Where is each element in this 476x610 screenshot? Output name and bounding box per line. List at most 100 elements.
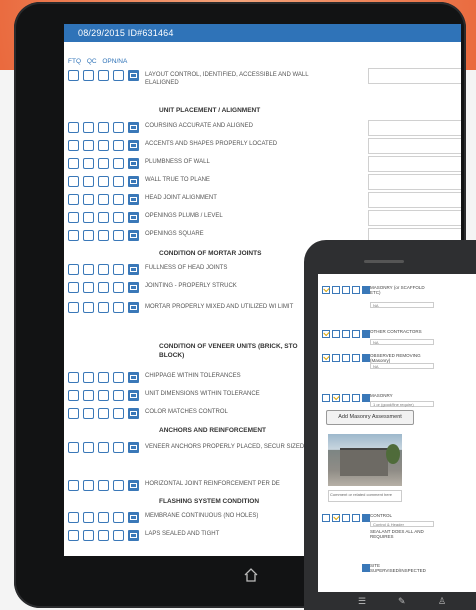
camera-icon[interactable] [128,480,139,491]
camera-icon[interactable] [128,140,139,151]
camera-icon[interactable] [128,122,139,133]
phone-checkbox[interactable] [352,354,360,362]
menu-icon[interactable]: ☰ [358,596,366,607]
camera-icon[interactable] [362,514,370,522]
na-checkbox[interactable] [113,176,124,187]
camera-icon[interactable] [362,286,370,294]
qc-checkbox[interactable] [83,122,94,133]
qc-checkbox[interactable] [83,372,94,383]
opn-checkbox[interactable] [98,122,109,133]
phone-checkbox[interactable] [332,514,340,522]
qc-checkbox[interactable] [83,442,94,453]
na-checkbox[interactable] [113,194,124,205]
phone-checkbox[interactable] [332,394,340,402]
qc-checkbox[interactable] [83,302,94,313]
ftq-checkbox[interactable] [68,530,79,541]
na-checkbox[interactable] [113,230,124,241]
phone-checkbox[interactable] [332,330,340,338]
phone-input[interactable]: NA [370,363,434,369]
qc-checkbox[interactable] [83,512,94,523]
phone-checkbox[interactable] [342,394,350,402]
na-checkbox[interactable] [113,372,124,383]
opn-checkbox[interactable] [98,302,109,313]
na-checkbox[interactable] [113,70,124,81]
camera-icon[interactable] [128,70,139,81]
camera-icon[interactable] [128,264,139,275]
camera-icon[interactable] [128,442,139,453]
opn-checkbox[interactable] [98,230,109,241]
opn-checkbox[interactable] [98,512,109,523]
phone-checkbox[interactable] [322,394,330,402]
phone-checkbox[interactable] [352,394,360,402]
camera-icon[interactable] [362,564,370,572]
opn-checkbox[interactable] [98,442,109,453]
notes-field[interactable] [368,156,461,172]
qc-checkbox[interactable] [83,282,94,293]
camera-icon[interactable] [362,394,370,402]
opn-checkbox[interactable] [98,194,109,205]
phone-checkbox[interactable] [352,286,360,294]
ftq-checkbox[interactable] [68,212,79,223]
ftq-checkbox[interactable] [68,158,79,169]
phone-input[interactable]: NA [370,339,434,345]
ftq-checkbox[interactable] [68,302,79,313]
camera-icon[interactable] [128,194,139,205]
notes-field[interactable] [368,138,461,154]
na-checkbox[interactable] [113,442,124,453]
opn-checkbox[interactable] [98,140,109,151]
na-checkbox[interactable] [113,480,124,491]
qc-checkbox[interactable] [83,176,94,187]
opn-checkbox[interactable] [98,480,109,491]
opn-checkbox[interactable] [98,282,109,293]
phone-checkbox[interactable] [322,330,330,338]
qc-checkbox[interactable] [83,140,94,151]
phone-checkbox[interactable] [332,286,340,294]
opn-checkbox[interactable] [98,70,109,81]
qc-checkbox[interactable] [83,390,94,401]
ftq-checkbox[interactable] [68,140,79,151]
phone-checkbox[interactable] [352,514,360,522]
phone-checkbox[interactable] [352,330,360,338]
phone-checkbox[interactable] [332,354,340,362]
ftq-checkbox[interactable] [68,70,79,81]
qc-checkbox[interactable] [83,530,94,541]
camera-icon[interactable] [128,372,139,383]
phone-checkbox[interactable] [322,514,330,522]
camera-icon[interactable] [128,230,139,241]
notes-field[interactable] [368,192,461,208]
notes-field[interactable] [368,120,461,136]
ftq-checkbox[interactable] [68,408,79,419]
ftq-checkbox[interactable] [68,372,79,383]
qc-checkbox[interactable] [83,194,94,205]
phone-checkbox[interactable] [322,286,330,294]
na-checkbox[interactable] [113,512,124,523]
opn-checkbox[interactable] [98,176,109,187]
qc-checkbox[interactable] [83,212,94,223]
camera-icon[interactable] [362,354,370,362]
camera-icon[interactable] [128,302,139,313]
opn-checkbox[interactable] [98,390,109,401]
qc-checkbox[interactable] [83,158,94,169]
phone-checkbox[interactable] [342,514,350,522]
camera-icon[interactable] [128,530,139,541]
add-masonry-assessment-button[interactable]: Add Masonry Assessment [326,410,414,425]
ftq-checkbox[interactable] [68,282,79,293]
ftq-checkbox[interactable] [68,512,79,523]
opn-checkbox[interactable] [98,158,109,169]
na-checkbox[interactable] [113,302,124,313]
ftq-checkbox[interactable] [68,264,79,275]
qc-checkbox[interactable] [83,70,94,81]
ftq-checkbox[interactable] [68,480,79,491]
site-photo[interactable] [328,434,402,486]
qc-checkbox[interactable] [83,230,94,241]
camera-icon[interactable] [128,512,139,523]
pen-icon[interactable]: ✎ [398,596,406,607]
phone-input[interactable]: 1 or (good/fine require) [370,401,434,407]
opn-checkbox[interactable] [98,530,109,541]
na-checkbox[interactable] [113,122,124,133]
notes-field[interactable] [368,210,461,226]
opn-checkbox[interactable] [98,408,109,419]
na-checkbox[interactable] [113,212,124,223]
na-checkbox[interactable] [113,158,124,169]
na-checkbox[interactable] [113,390,124,401]
